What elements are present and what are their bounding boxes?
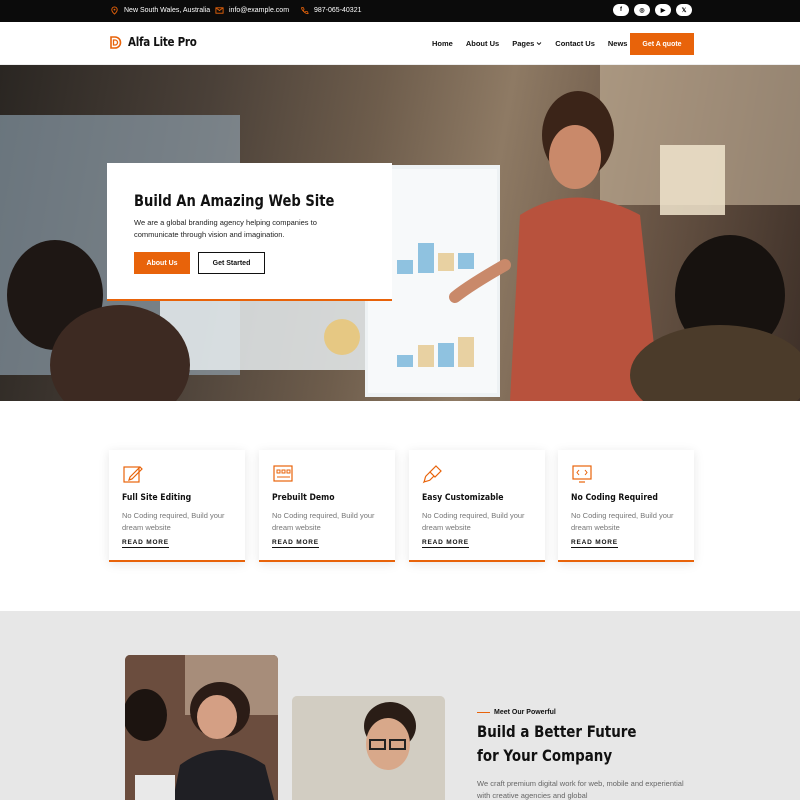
top-info-bar: New South Wales, Australia info@example.… <box>0 0 800 22</box>
read-more-link[interactable]: READ MORE <box>272 539 319 548</box>
about-title-line1: Build a Better Future <box>477 722 637 741</box>
facebook-icon[interactable]: f <box>613 4 629 16</box>
nav-pages-label: Pages <box>512 39 535 48</box>
get-a-quote-button[interactable]: Get A quote <box>630 33 694 55</box>
nav-news[interactable]: News <box>608 39 628 48</box>
about-section: Meet Our Powerful Build a Better Future … <box>0 611 800 800</box>
businessman-photo-illustration <box>292 696 445 800</box>
feature-card: Full Site Editing No Coding required, Bu… <box>109 450 245 562</box>
mail-icon <box>215 7 224 14</box>
feature-card: Prebuilt Demo No Coding required, Build … <box>259 450 395 562</box>
about-description: We craft premium digital work for web, m… <box>477 779 684 800</box>
location-text: New South Wales, Australia <box>124 7 211 14</box>
edit-icon <box>123 466 143 483</box>
phone-icon <box>301 6 309 15</box>
about-title: Build a Better Future for Your Company <box>477 720 662 768</box>
team-photo <box>125 655 278 800</box>
instagram-icon[interactable]: ◎ <box>634 4 650 16</box>
feature-card: Easy Customizable No Coding required, Bu… <box>409 450 545 562</box>
location-info: New South Wales, Australia <box>110 6 210 15</box>
about-title-line2: for Your Company <box>477 746 613 765</box>
about-us-button[interactable]: About Us <box>134 252 190 274</box>
hero-title: Build An Amazing Web Site <box>134 191 335 210</box>
nav-about-us[interactable]: About Us <box>466 39 499 48</box>
feature-description: No Coding required, Build your dream web… <box>571 511 674 532</box>
site-header: Alfa Lite Pro Home About Us Pages Contac… <box>0 22 800 65</box>
read-more-link[interactable]: READ MORE <box>571 539 618 548</box>
section-eyebrow: Meet Our Powerful <box>477 709 556 716</box>
read-more-link[interactable]: READ MORE <box>422 539 469 548</box>
site-logo[interactable]: Alfa Lite Pro <box>110 35 208 49</box>
main-nav: Home About Us Pages Contact Us News <box>432 39 640 48</box>
businessman-photo <box>292 696 445 800</box>
nav-pages[interactable]: Pages <box>512 39 542 48</box>
read-more-link[interactable]: READ MORE <box>122 539 169 548</box>
logo-mark-icon <box>110 35 122 49</box>
eyebrow-divider <box>477 712 490 713</box>
features-section: Full Site Editing No Coding required, Bu… <box>0 401 800 611</box>
monitor-code-icon <box>572 465 592 483</box>
location-pin-icon <box>111 6 118 15</box>
feature-description: No Coding required, Build your dream web… <box>422 511 525 532</box>
feature-title: Easy Customizable <box>422 493 504 503</box>
feature-title: No Coding Required <box>571 493 658 503</box>
layout-icon <box>273 465 293 482</box>
chevron-down-icon <box>536 42 542 46</box>
nav-contact-us[interactable]: Contact Us <box>555 39 595 48</box>
youtube-icon[interactable]: ▶ <box>655 4 671 16</box>
phone-text: 987-065-40321 <box>314 7 362 14</box>
feature-description: No Coding required, Build your dream web… <box>272 511 375 532</box>
brand-name: Alfa Lite Pro <box>128 35 197 49</box>
email-text: info@example.com <box>229 7 290 14</box>
phone-info[interactable]: 987-065-40321 <box>300 6 362 15</box>
team-photo-illustration <box>125 655 278 800</box>
brush-icon <box>422 465 442 484</box>
feature-description: No Coding required, Build your dream web… <box>122 511 225 532</box>
social-links: f ◎ ▶ 𝕏 <box>613 4 692 16</box>
email-info[interactable]: info@example.com <box>215 6 289 15</box>
x-twitter-icon[interactable]: 𝕏 <box>676 4 692 16</box>
feature-card: No Coding Required No Coding required, B… <box>558 450 694 562</box>
nav-home[interactable]: Home <box>432 39 453 48</box>
get-started-button[interactable]: Get Started <box>198 252 265 274</box>
eyebrow-text: Meet Our Powerful <box>494 709 556 716</box>
feature-title: Prebuilt Demo <box>272 493 335 503</box>
hero-card: Build An Amazing Web Site We are a globa… <box>107 163 392 301</box>
hero-description: We are a global branding agency helping … <box>134 218 317 239</box>
feature-title: Full Site Editing <box>122 493 192 503</box>
hero-section: Build An Amazing Web Site We are a globa… <box>0 65 800 401</box>
